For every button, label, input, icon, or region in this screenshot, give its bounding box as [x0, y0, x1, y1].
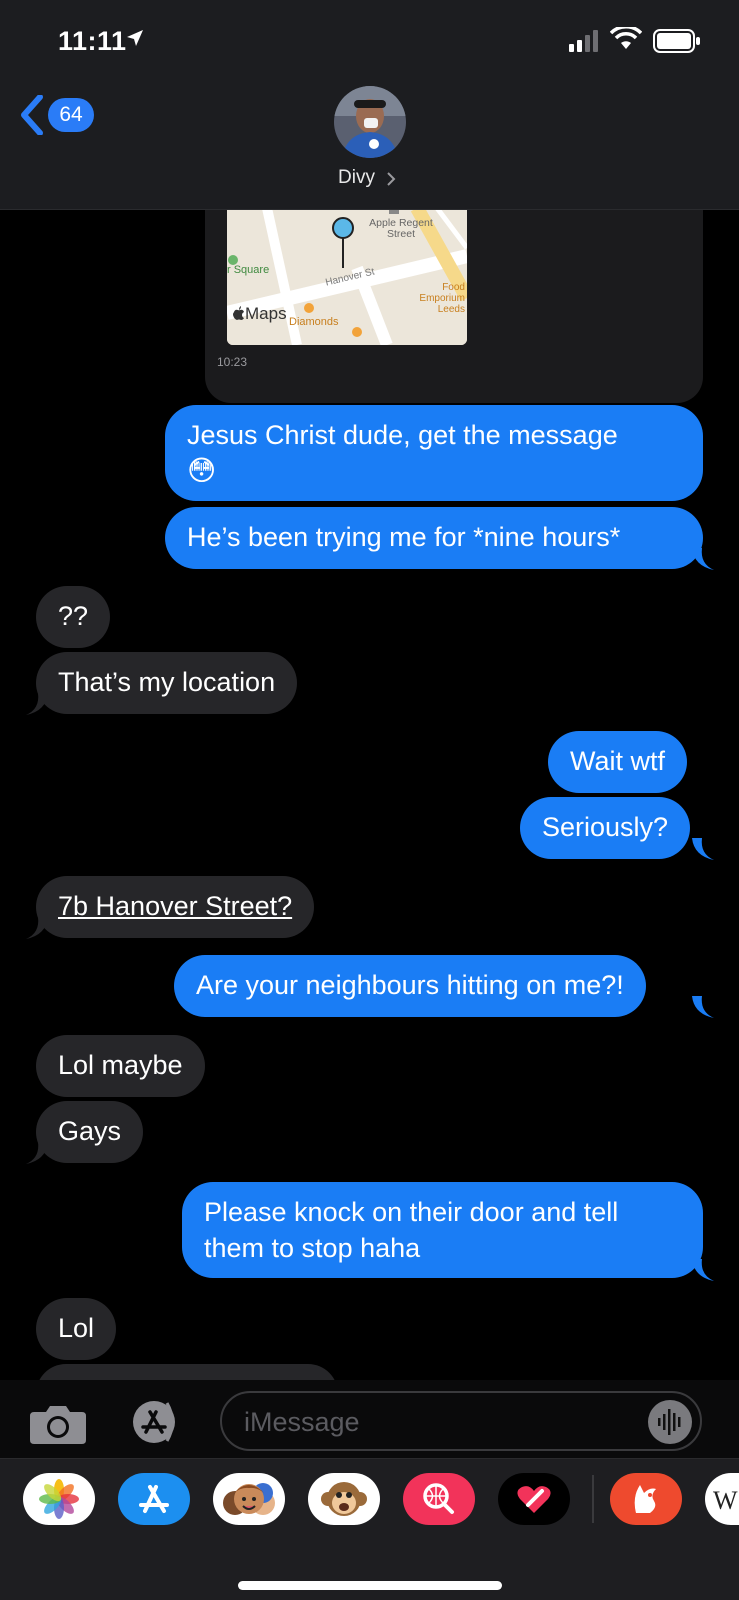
app-store-button-icon[interactable]: [124, 1400, 188, 1444]
bubble-tail: [692, 548, 714, 570]
location-message-card[interactable]: Apple Regent Street r Square Hanover St …: [205, 200, 703, 403]
map-diamonds-label: Diamonds: [289, 316, 339, 328]
home-indicator[interactable]: [238, 1581, 502, 1590]
chevron-right-icon[interactable]: [386, 171, 396, 187]
outgoing-message[interactable]: Wait wtf: [548, 731, 688, 793]
bubble-tail: [692, 838, 714, 860]
map-food-label: Food Emporium Leeds: [419, 282, 465, 315]
map-square-label: r Square: [227, 264, 270, 276]
apple-maps-logo: Maps: [233, 304, 287, 324]
wikipedia-icon[interactable]: W: [705, 1473, 739, 1525]
status-time: 11:11: [58, 26, 127, 56]
unread-count-badge[interactable]: 64: [48, 98, 94, 132]
battery-icon: [653, 29, 700, 53]
animoji-monkey-icon[interactable]: [308, 1473, 380, 1525]
waveform-icon: [658, 1409, 681, 1435]
camera-icon[interactable]: [30, 1404, 86, 1444]
contact-avatar[interactable]: [334, 86, 406, 158]
map-poi-label: Apple Regent Street: [369, 217, 433, 240]
bubble-tail: [26, 917, 48, 939]
incoming-message[interactable]: Lol: [36, 1298, 117, 1360]
location-services-icon: [127, 30, 143, 46]
message-input-placeholder: iMessage: [244, 1407, 360, 1437]
message-input-field[interactable]: iMessage: [220, 1391, 702, 1451]
drawer-divider: [592, 1475, 594, 1523]
message-input-bar: iMessage: [0, 1380, 739, 1458]
bubble-tail: [692, 996, 714, 1018]
audio-message-button[interactable]: [648, 1400, 692, 1444]
conversation-header: 11:11 64 Divy: [0, 0, 739, 210]
outgoing-message[interactable]: Jesus Christ dude, get the message 😳: [165, 405, 703, 501]
memoji-icon[interactable]: [213, 1473, 285, 1525]
imessage-app-drawer: W: [0, 1458, 739, 1600]
incoming-message[interactable]: Lol maybe: [36, 1035, 205, 1097]
outgoing-message[interactable]: Are your neighbours hitting on me?!: [174, 955, 646, 1017]
outgoing-message[interactable]: Please knock on their door and tell them…: [182, 1182, 703, 1278]
apple-logo-icon: [233, 306, 244, 320]
incoming-message[interactable]: 7b Hanover Street?: [36, 876, 315, 938]
web-search-icon[interactable]: [403, 1473, 475, 1525]
incoming-message[interactable]: Gays: [36, 1101, 144, 1163]
outgoing-message[interactable]: He’s been trying me for *nine hours*: [165, 507, 703, 569]
fox-app-icon[interactable]: [610, 1473, 682, 1525]
contact-name[interactable]: Divy: [338, 167, 375, 189]
incoming-message[interactable]: That’s my location: [36, 652, 298, 714]
message-timestamp: 10:23: [217, 355, 248, 369]
photos-icon[interactable]: [23, 1473, 95, 1525]
wifi-icon: [610, 27, 642, 49]
map-preview[interactable]: Apple Regent Street r Square Hanover St …: [227, 208, 467, 345]
bubble-tail: [26, 693, 48, 715]
bubble-tail: [692, 1259, 714, 1281]
app-store-icon[interactable]: [118, 1473, 190, 1525]
address-link[interactable]: 7b Hanover Street?: [58, 891, 292, 921]
bubble-tail: [26, 1142, 48, 1164]
cellular-signal-icon: [569, 30, 598, 52]
outgoing-message[interactable]: Seriously?: [520, 797, 691, 859]
digital-touch-icon[interactable]: [498, 1473, 570, 1525]
incoming-message[interactable]: ??: [36, 586, 111, 648]
svg-text:W: W: [713, 1486, 738, 1515]
